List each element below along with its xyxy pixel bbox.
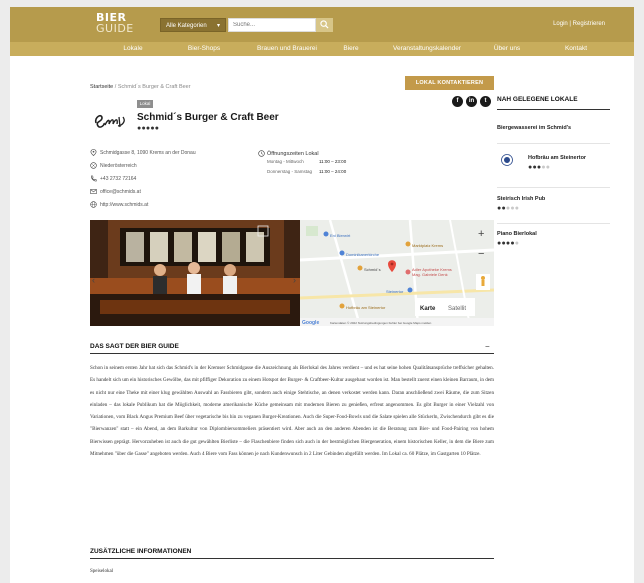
sidebar-divider <box>497 223 610 224</box>
hours-days: Montag - Mittwoch <box>267 159 304 164</box>
logo-line-2: GUIDE <box>96 22 134 35</box>
search-input[interactable] <box>228 18 316 32</box>
venue-description: Schon in seinem ersten Jahr hat sich das… <box>90 365 494 458</box>
section-divider <box>90 353 494 354</box>
breadcrumb-separator: / <box>114 84 117 90</box>
hours-time: 11:00 – 24:00 <box>319 169 347 174</box>
facebook-icon[interactable]: f <box>452 96 463 107</box>
map-label: Schmid´s <box>364 267 381 272</box>
star-icon: ● <box>545 164 551 171</box>
map-label: Marktplatz Krems <box>412 243 443 248</box>
map-zoom-out-button[interactable]: − <box>478 248 484 260</box>
venue-phone[interactable]: +43 2732 72164 <box>90 175 136 185</box>
about-section-title: DAS SAGT DER BIER GUIDE <box>90 343 179 350</box>
venue-website[interactable]: http://www.schmids.at <box>90 201 148 211</box>
page: BIER GUIDE Alle Kategorien ▾ Login | Reg… <box>10 7 634 583</box>
hours-days: Donnerstag - Samstag <box>267 169 313 174</box>
breadcrumb: Startseite / Schmid´s Burger & Craft Bee… <box>90 84 191 90</box>
venue-address: Schmidgasse 8, 1090 Krems an der Donau <box>90 149 196 159</box>
hours-time: 11:00 – 23:00 <box>319 159 347 164</box>
sidebar-divider <box>497 187 610 188</box>
twitter-icon[interactable]: t <box>480 96 491 107</box>
opening-hours-title: Öffnungszeiten Lokal <box>258 150 319 157</box>
map-label: Dominikanerkirche <box>346 252 380 257</box>
website-text: http://www.schmids.at <box>100 202 149 208</box>
login-register-link[interactable]: Login | Registrieren <box>553 21 605 27</box>
gallery-prev-arrow[interactable]: ‹ <box>92 275 95 285</box>
phone-text: +43 2732 72164 <box>100 176 137 182</box>
hofbraeu-logo <box>501 154 513 166</box>
address-text: Schmidgasse 8, 1090 Krems an der Donau <box>100 150 196 156</box>
sidebar-divider <box>497 109 610 110</box>
phone-icon <box>91 175 97 182</box>
map-view-satellite-button[interactable]: Satellit <box>448 306 466 312</box>
site-logo[interactable]: BIER GUIDE <box>96 12 136 34</box>
top-bar: BIER GUIDE Alle Kategorien ▾ Login | Reg… <box>10 7 634 42</box>
email-text: office@schmids.at <box>100 189 141 195</box>
nearby-item[interactable]: Hofbräu am Steinertor <box>528 155 586 161</box>
map-label: Mag. Gabriele Denk <box>412 272 448 277</box>
globe-icon <box>90 201 97 208</box>
map-label: Hofbräu am Steinertor <box>346 305 386 310</box>
clock-icon <box>258 150 265 157</box>
nearby-title: NAH GELEGENE LOKALE <box>497 96 578 103</box>
opening-hours-label: Öffnungszeiten Lokal <box>267 150 319 157</box>
map-attribution: Kartendaten © 2022 Nutzungsbedingungen F… <box>330 321 432 325</box>
nearby-rating: ●●●●● <box>528 164 550 172</box>
region-text: Niederösterreich <box>100 163 137 169</box>
nav-item-veranstaltungen[interactable]: Veranstaltungskalender <box>387 42 467 56</box>
photo-gallery[interactable] <box>90 220 300 326</box>
linkedin-icon[interactable]: in <box>466 96 477 107</box>
main-nav: Lokale Bier-Shops Brauen und Brauerei Bi… <box>10 42 634 56</box>
collapse-icon[interactable]: − <box>485 343 490 351</box>
breadcrumb-current: Schmid´s Burger & Craft Beer <box>117 84 191 90</box>
search-button[interactable] <box>316 18 333 32</box>
sidebar-divider <box>497 143 610 144</box>
map-label: Eni Bierwirt <box>330 233 351 238</box>
category-badge: Lokal <box>137 100 153 108</box>
venue-email[interactable]: office@schmids.at <box>90 188 141 198</box>
map-zoom-in-button[interactable]: + <box>478 228 484 240</box>
street-view-icon[interactable] <box>481 276 485 280</box>
map-label: Steinertor <box>386 289 404 294</box>
venue-logo <box>94 115 125 128</box>
map-attribution-logo: Google <box>302 320 319 326</box>
map-view-map-button[interactable]: Karte <box>420 306 436 312</box>
nav-item-biere[interactable]: Biere <box>338 42 364 56</box>
gallery-next-arrow[interactable]: › <box>293 275 296 285</box>
email-icon <box>90 189 97 195</box>
nearby-rating: ●●●●● <box>497 205 519 213</box>
map-icon <box>90 162 97 169</box>
search-icon <box>320 20 329 29</box>
nav-item-ueber-uns[interactable]: Über uns <box>490 42 524 56</box>
hours-row: Montag - Mittwoch 11:00 – 23:00 <box>267 159 346 164</box>
section-divider <box>90 558 494 559</box>
nearby-item[interactable]: Biergewasserei im Schmid's <box>497 125 571 131</box>
nav-item-brauen[interactable]: Brauen und Brauerei <box>246 42 328 56</box>
category-select-value: Alle Kategorien <box>166 23 207 29</box>
venue-region: Niederösterreich <box>90 162 137 172</box>
category-select[interactable]: Alle Kategorien ▾ <box>160 18 226 32</box>
contact-venue-button[interactable]: LOKAL KONTAKTIEREN <box>405 76 494 90</box>
extra-info-text: Speiselokal <box>90 569 114 574</box>
venue-title: Schmid´s Burger & Craft Beer <box>137 112 279 123</box>
map-canvas: Eni Bierwirt Dominikanerkirche Marktplat… <box>300 220 494 326</box>
chevron-down-icon: ▾ <box>216 23 220 29</box>
star-icon: ● <box>154 125 160 132</box>
star-icon: ● <box>514 205 520 212</box>
star-icon: ● <box>514 240 520 247</box>
nearby-item[interactable]: Piano Bierlokal <box>497 231 537 237</box>
breadcrumb-home[interactable]: Startseite <box>90 84 113 90</box>
location-pin-icon <box>90 149 97 157</box>
hours-row: Donnerstag - Samstag 11:00 – 24:00 <box>267 169 346 174</box>
location-map[interactable]: Eni Bierwirt Dominikanerkirche Marktplat… <box>300 220 494 326</box>
nav-item-kontakt[interactable]: Kontakt <box>560 42 592 56</box>
bar-photo <box>90 220 300 326</box>
nearby-item[interactable]: Steirisch Irish Pub <box>497 196 545 202</box>
nav-item-bier-shops[interactable]: Bier-Shops <box>178 42 230 56</box>
nav-item-lokale[interactable]: Lokale <box>114 42 152 56</box>
nearby-rating: ●●●●● <box>497 240 519 248</box>
extra-info-title: ZUSÄTZLICHE INFORMATIONEN <box>90 548 192 555</box>
venue-rating: ●●●●● <box>137 125 159 133</box>
